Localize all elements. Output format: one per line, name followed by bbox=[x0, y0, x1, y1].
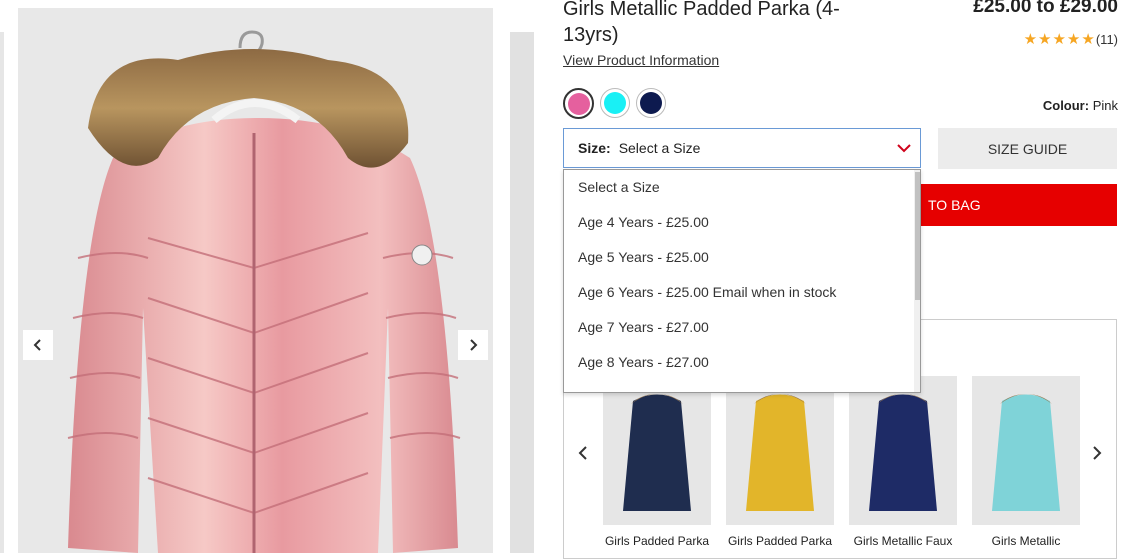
recommendation-name: Girls Metallic bbox=[991, 534, 1061, 548]
recs-next-icon[interactable] bbox=[1090, 445, 1104, 461]
swatch-pink[interactable] bbox=[563, 88, 594, 119]
chevron-left-icon bbox=[33, 339, 41, 351]
recommendation-image bbox=[972, 376, 1080, 525]
size-option[interactable]: Age 5 Years - £25.00 bbox=[564, 240, 920, 275]
size-label: Size: bbox=[578, 140, 611, 156]
size-option[interactable]: Age 6 Years - £25.00 Email when in stock bbox=[564, 275, 920, 310]
size-option[interactable]: Age 8 Years - £27.00 bbox=[564, 345, 920, 380]
product-price: £25.00 to £29.00 bbox=[973, 0, 1118, 17]
add-to-bag-button[interactable]: TO BAG bbox=[900, 184, 1117, 226]
colour-value: Pink bbox=[1092, 98, 1118, 113]
rating-count: (11) bbox=[1095, 31, 1118, 47]
size-select[interactable]: Size: Select a Size bbox=[563, 128, 921, 168]
chevron-down-icon bbox=[897, 144, 911, 153]
recommendation-card[interactable]: Girls Metallic bbox=[972, 376, 1080, 548]
star-rating-icon: ★★★★★ bbox=[1023, 31, 1096, 48]
size-option[interactable]: Age 9 Years - £27.00 bbox=[564, 380, 920, 392]
recommendation-card[interactable]: Girls Metallic Faux bbox=[849, 376, 957, 548]
chevron-right-icon bbox=[470, 339, 478, 351]
size-option[interactable]: Age 4 Years - £25.00 bbox=[564, 205, 920, 240]
recommendation-image bbox=[726, 376, 834, 525]
colour-label: Colour: Pink bbox=[1043, 98, 1118, 113]
parka-illustration bbox=[67, 30, 461, 553]
gallery-prev-button[interactable] bbox=[23, 330, 53, 360]
previous-image-strip bbox=[0, 32, 4, 553]
recommendation-image bbox=[603, 376, 711, 525]
recommendation-image bbox=[849, 376, 957, 525]
product-title: Girls Metallic Padded Parka (4-13yrs) bbox=[563, 0, 840, 46]
recommendation-name: Girls Padded Parka bbox=[727, 534, 833, 548]
size-selected-value: Select a Size bbox=[618, 140, 701, 156]
view-product-information-link[interactable]: View Product Information bbox=[563, 52, 719, 68]
size-option[interactable]: Select a Size bbox=[564, 170, 920, 205]
recommendation-name: Girls Metallic Faux bbox=[853, 534, 953, 548]
dropdown-scrollbar[interactable] bbox=[914, 170, 920, 392]
recommendation-card[interactable]: Girls Padded Parka bbox=[726, 376, 834, 548]
swatch-aqua[interactable] bbox=[600, 88, 630, 118]
colour-label-key: Colour: bbox=[1042, 98, 1090, 113]
recommendation-card[interactable]: Girls Padded Parka bbox=[603, 376, 711, 548]
recommendation-name: Girls Padded Parka bbox=[604, 534, 710, 548]
size-dropdown-list: Select a Size Age 4 Years - £25.00 Age 5… bbox=[563, 169, 921, 393]
recs-prev-icon[interactable] bbox=[576, 445, 590, 461]
gallery-next-button[interactable] bbox=[458, 330, 488, 360]
product-main-image bbox=[18, 8, 493, 553]
size-option[interactable]: Age 7 Years - £27.00 bbox=[564, 310, 920, 345]
colour-swatches bbox=[563, 88, 666, 119]
scrollbar-thumb[interactable] bbox=[915, 172, 920, 300]
swatch-navy[interactable] bbox=[636, 88, 666, 118]
size-guide-button[interactable]: SIZE GUIDE bbox=[938, 128, 1117, 169]
next-image-strip bbox=[510, 32, 534, 553]
rating[interactable]: ★★★★★ (11) bbox=[1024, 30, 1118, 48]
